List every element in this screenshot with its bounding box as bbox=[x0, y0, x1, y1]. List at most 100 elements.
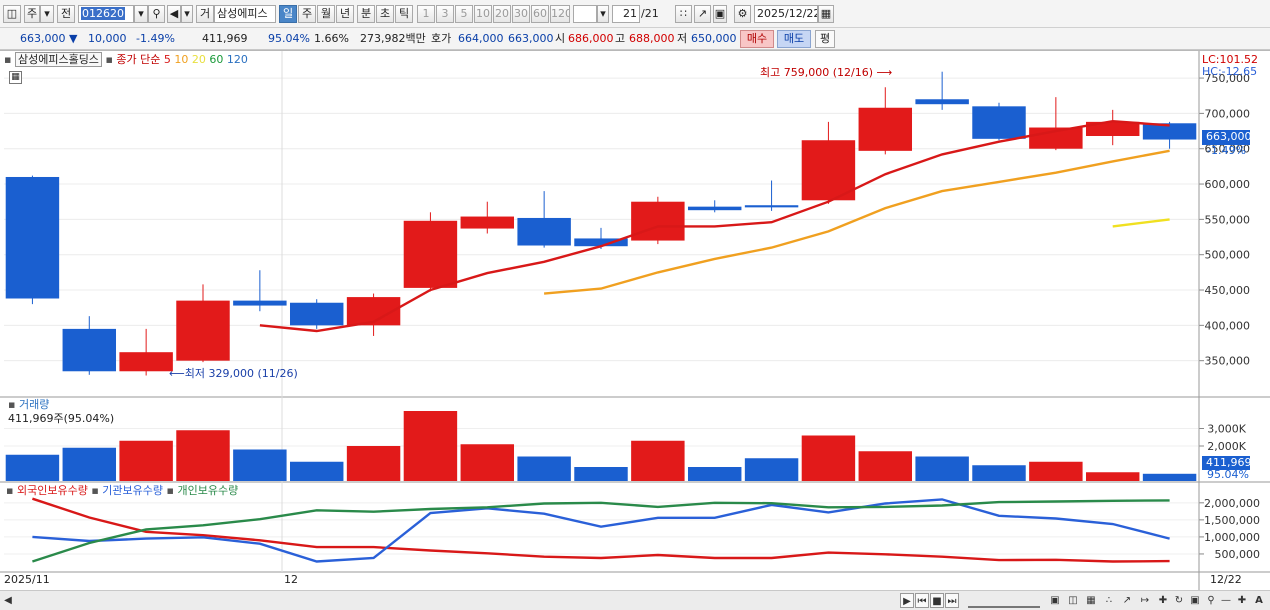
candle-body bbox=[631, 201, 685, 241]
volume-bar bbox=[915, 456, 969, 481]
volume-bar bbox=[801, 435, 856, 481]
speaker-icon[interactable]: ◀ bbox=[167, 5, 181, 23]
window-icon[interactable]: ▣ bbox=[1188, 593, 1202, 608]
custom-range-dropdown-icon[interactable]: ▾ bbox=[597, 5, 609, 23]
volume-bar bbox=[460, 444, 515, 481]
volume-pct: 95.04% bbox=[268, 32, 310, 45]
sell-button[interactable]: 매도 bbox=[777, 30, 811, 48]
holding-legend: ▪ 외국인보유수량 ▪ 기관보유수량 ▪ 개인보유수량 bbox=[6, 484, 238, 498]
volume-bar bbox=[574, 467, 628, 481]
period-tab-month[interactable]: 월 bbox=[317, 5, 335, 23]
range-5[interactable]: 5 bbox=[455, 5, 473, 23]
price-panel-legend: ▪ 삼성에피스홀딩스 ▪ 종가 단순 5 10 20 60 120 bbox=[4, 52, 248, 67]
range-20[interactable]: 20 bbox=[493, 5, 511, 23]
volume-bar bbox=[119, 440, 173, 481]
arrow-right-icon: ⟶ bbox=[876, 66, 893, 79]
bottom-scrollbar[interactable]: ◀ ▶ ⏮ ■ ⏭ ▣ ◫ ▦ ∴ ↗ ↦ ✚ ↻ ▣ ⚲ — ✚ A bbox=[0, 590, 1270, 610]
period-tab-day[interactable]: 일 bbox=[279, 5, 297, 23]
zoom-slider[interactable] bbox=[968, 593, 1040, 608]
range-60[interactable]: 60 bbox=[531, 5, 549, 23]
code-dropdown-icon[interactable]: ▾ bbox=[134, 5, 148, 23]
institution-holding-label[interactable]: 기관보유수량 bbox=[102, 484, 163, 497]
stock-code-input[interactable]: 012620 bbox=[78, 5, 134, 23]
range-1[interactable]: 1 bbox=[417, 5, 435, 23]
last-price-tag: 663,000 bbox=[1202, 130, 1252, 145]
period-tab-week[interactable]: 주 bbox=[298, 5, 316, 23]
market-all-button[interactable]: 전 bbox=[57, 5, 75, 23]
candle-body bbox=[5, 176, 60, 299]
stock-label[interactable]: 삼성에피스홀딩스 bbox=[14, 52, 102, 67]
range-120[interactable]: 120 bbox=[550, 5, 570, 23]
play-icon[interactable]: ▶ bbox=[900, 593, 914, 608]
redo-icon[interactable]: ↻ bbox=[1172, 593, 1186, 608]
volume-tick-label: 2,000K bbox=[1207, 440, 1246, 453]
calendar-icon[interactable]: ▦ bbox=[818, 5, 834, 23]
font-size-icon[interactable]: A bbox=[1252, 593, 1266, 608]
period-tab-tick[interactable]: 틱 bbox=[395, 5, 413, 23]
type-dropdown-icon[interactable]: ▾ bbox=[40, 5, 54, 23]
trade-amount: 273,982백만 bbox=[360, 32, 426, 45]
holding-legend-marker-3: ▪ bbox=[166, 484, 174, 497]
screenshot-icon[interactable]: ▣ bbox=[1048, 593, 1062, 608]
bid-label: 호가 bbox=[431, 32, 452, 45]
holding-tick-label: 1,500,000 bbox=[1204, 514, 1260, 527]
period-tab-minute[interactable]: 분 bbox=[357, 5, 375, 23]
measure-icon[interactable]: ↦ bbox=[1138, 593, 1152, 608]
type-selector[interactable]: 주 bbox=[24, 5, 40, 23]
custom-range-field[interactable] bbox=[573, 5, 597, 23]
buy-button[interactable]: 매수 bbox=[740, 30, 774, 48]
range-30[interactable]: 30 bbox=[512, 5, 530, 23]
table-view-icon[interactable]: ▦ bbox=[9, 71, 22, 84]
candle-body bbox=[62, 328, 117, 372]
high-annotation: 최고 759,000 (12/16) ⟶ bbox=[760, 66, 892, 80]
ask-price: 664,000 bbox=[458, 32, 504, 45]
volume-bar bbox=[687, 467, 742, 481]
link-icon[interactable]: ∴ bbox=[1102, 593, 1116, 608]
volume-bar bbox=[631, 440, 685, 481]
period-tab-second[interactable]: 초 bbox=[376, 5, 394, 23]
copy-icon[interactable]: ◫ bbox=[1066, 593, 1080, 608]
layout-icon[interactable]: ◫ bbox=[3, 5, 21, 23]
trade-button[interactable]: 거 bbox=[196, 5, 214, 23]
eval-button[interactable]: 평 bbox=[815, 30, 835, 48]
volume-bar bbox=[233, 449, 287, 481]
search-icon[interactable]: ⚲ bbox=[148, 5, 165, 23]
holding-tick-label: 1,000,000 bbox=[1204, 531, 1260, 544]
turnover-pct: 1.66% bbox=[314, 32, 349, 45]
gear-icon[interactable]: ⚙ bbox=[734, 5, 751, 23]
scroll-left-icon[interactable]: ◀ bbox=[2, 593, 14, 608]
volume-bar bbox=[289, 461, 344, 481]
chart-area: 350,000 400,000 450,000 500,000 550,000 600,0… bbox=[0, 50, 1270, 591]
fast-forward-icon[interactable]: ⏭ bbox=[945, 593, 959, 608]
volume-bar bbox=[346, 446, 401, 481]
individual-holding-label[interactable]: 개인보유수량 bbox=[177, 484, 238, 497]
volume-bar bbox=[5, 454, 60, 481]
rewind-icon[interactable]: ⏮ bbox=[915, 593, 929, 608]
foreign-holding-label[interactable]: 외국인보유수량 bbox=[17, 484, 88, 497]
compare-icon[interactable]: ∷ bbox=[675, 5, 692, 23]
trend-icon[interactable]: ↗ bbox=[1120, 593, 1134, 608]
cursor-icon[interactable]: ✚ bbox=[1156, 593, 1170, 608]
grid-icon[interactable]: ▦ bbox=[1084, 593, 1098, 608]
volume-title[interactable]: ▪ 거래량 bbox=[8, 398, 49, 412]
stop-icon[interactable]: ■ bbox=[930, 593, 944, 608]
range-3[interactable]: 3 bbox=[436, 5, 454, 23]
last-pct-tag: -1.49% bbox=[1207, 144, 1246, 157]
low-price: 650,000 bbox=[691, 32, 737, 45]
period-tab-year[interactable]: 년 bbox=[336, 5, 354, 23]
candle-body bbox=[289, 302, 344, 326]
zoom-icon[interactable]: ⚲ bbox=[1204, 593, 1218, 608]
ma-label[interactable]: 종가 단순 bbox=[116, 53, 160, 66]
zoom-out-icon[interactable]: — bbox=[1220, 593, 1232, 608]
count-input[interactable]: 21 bbox=[612, 5, 640, 23]
speaker-dropdown-icon[interactable]: ▾ bbox=[181, 5, 193, 23]
save-icon[interactable]: ▣ bbox=[713, 5, 727, 23]
toolbar: ◫ 주 ▾ 전 012620 ▾ ⚲ ◀ ▾ 거 삼성에피스 일 주 월 년 분… bbox=[0, 0, 1270, 28]
date-input[interactable]: 2025/12/22 bbox=[754, 5, 818, 23]
chart-window: ◫ 주 ▾ 전 012620 ▾ ⚲ ◀ ▾ 거 삼성에피스 일 주 월 년 분… bbox=[0, 0, 1270, 610]
zoom-in-icon[interactable]: ✚ bbox=[1236, 593, 1248, 608]
volume-bar bbox=[1142, 473, 1197, 481]
draw-line-icon[interactable]: ↗ bbox=[694, 5, 711, 23]
ma-period-60: 60 bbox=[209, 53, 224, 66]
range-10[interactable]: 10 bbox=[474, 5, 492, 23]
